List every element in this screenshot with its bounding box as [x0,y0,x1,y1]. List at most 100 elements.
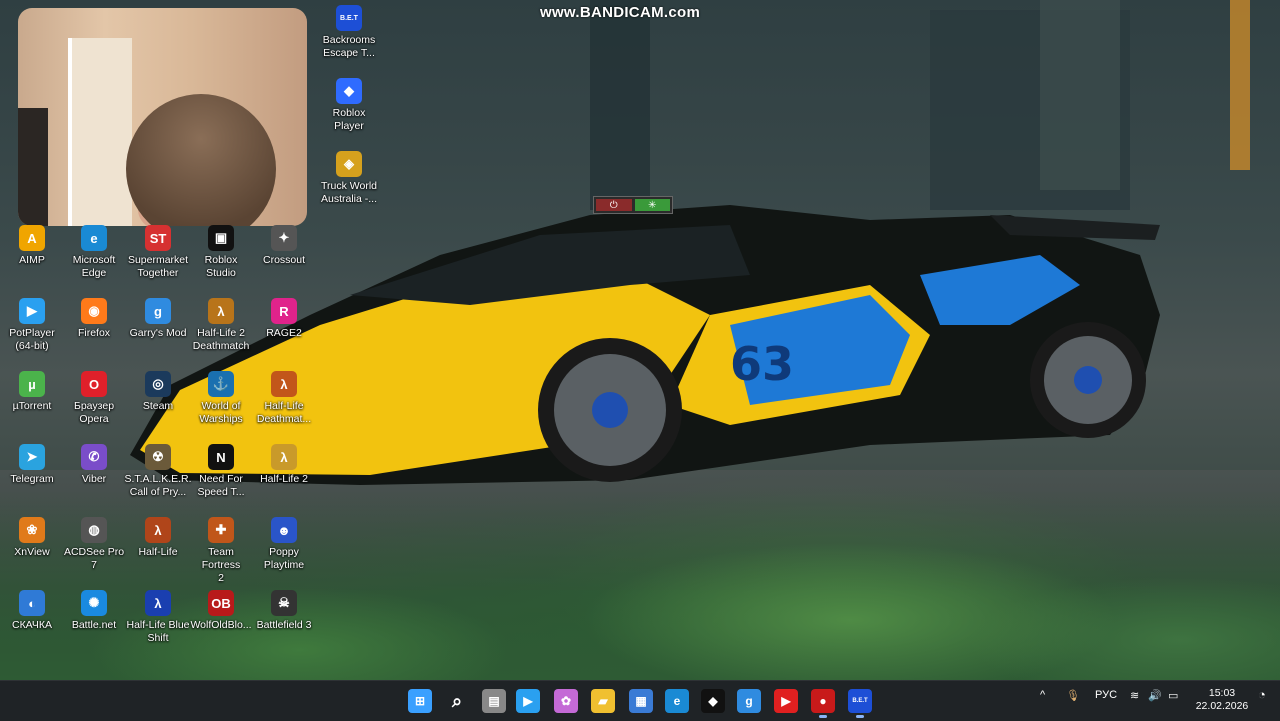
battery-icon[interactable]: ▭ [1168,689,1178,702]
desktop-icon-label: Firefox [77,327,111,339]
desktop-icon[interactable]: ✆ Viber [62,444,126,486]
desktop-icon[interactable]: ◉ Firefox [62,298,126,340]
garrys-mod-icon[interactable]: g [737,689,761,713]
potplayer-icon[interactable]: ▶ [516,689,540,713]
desktop-icon[interactable]: ST Supermarket Together [126,225,190,280]
recorder-mini-widget[interactable]: ⏻ ✳ [593,196,673,214]
app-icon: ☻ [271,517,297,543]
desktop-icon[interactable]: ❀ XnView [0,517,64,559]
desktop-icon-label: Battlefield 3 [256,619,312,631]
edge-icon[interactable]: e [665,689,689,713]
show-hidden-icons-chevron[interactable]: ^ [1040,689,1045,701]
app-icon: ✦ [271,225,297,251]
building-column [1040,0,1120,190]
desktop-icon[interactable]: ☻ Poppy Playtime [252,517,316,572]
desktop-icon-label: Half-Life Deathmat... [256,400,312,425]
desktop-icon-label: Roblox Player [332,107,366,132]
desktop-icon[interactable]: λ Half-Life 2 Deathmatch [189,298,253,353]
webcam-shadow [18,108,48,226]
app-icon: λ [208,298,234,324]
taskbar: ⊞ ⌕ ▤ ▶ ✿ ▰ ▦ e ◆ g ▶ ● B.E.T ^ 🎙 РУС ≋ 🔊 ▭ ◔ [0,680,1280,721]
app-icon: R [271,298,297,324]
roblox-icon[interactable]: ◆ [701,689,725,713]
desktop-icon-label: Backrooms Escape T... [322,34,376,59]
wifi-icon[interactable]: ≋ [1130,689,1139,702]
search-icon[interactable]: ⌕ [445,689,469,713]
desktop-icon[interactable]: N Need For Speed T... [189,444,253,499]
desktop-icon-label: Viber [81,473,107,485]
desktop-icon[interactable]: R RAGE2 [252,298,316,340]
app-icon: ☢ [145,444,171,470]
webcam-door [68,38,132,226]
desktop-icon[interactable]: g Garry's Mod [126,298,190,340]
bet-icon[interactable]: B.E.T [848,689,872,713]
app-icon: ✆ [81,444,107,470]
app-icon: ▶ [19,298,45,324]
desktop-icon-label: XnView [14,546,50,558]
app-icon: ☠ [271,590,297,616]
record-icon[interactable]: ● [811,689,835,713]
desktop-icon-label: Steam [142,400,174,412]
desktop-icon[interactable]: µ µTorrent [0,371,64,413]
app-icon: e [81,225,107,251]
microphone-icon[interactable]: 🎙 [1066,689,1080,702]
desktop-icon-label: AIMP [19,254,45,266]
desktop-icon-label: СКАЧКА [11,619,52,631]
copilot-icon[interactable]: ✿ [554,689,578,713]
task-view-icon[interactable]: ▤ [482,689,506,713]
app-icon: λ [271,371,297,397]
desktop-icon[interactable]: ◎ Steam [126,371,190,413]
desktop-icon[interactable]: O Браузер Opera [62,371,126,426]
app-icon: N [208,444,234,470]
desktop-icon[interactable]: ✦ Crossout [252,225,316,267]
start-button[interactable]: ⊞ [408,689,432,713]
notification-bell-icon[interactable]: ◔ [1258,687,1266,702]
desktop-icon-label: World of Warships [199,400,243,425]
desktop-icon[interactable]: ◐ СКАЧКА [0,590,64,632]
desktop-icon[interactable]: λ Half-Life [126,517,190,559]
running-indicator [819,715,827,718]
desktop-icon[interactable]: OB WolfOldBlo... [189,590,253,632]
desktop-icon[interactable]: ✚ Team Fortress 2 [189,517,253,585]
desktop-icon[interactable]: ◍ ACDSee Pro 7 [62,517,126,572]
desktop-icon-label: Truck World Australia -... [320,180,378,205]
power-icon[interactable]: ⏻ [596,199,632,211]
desktop-icon-label: Half-Life 2 [260,473,308,485]
app-icon: λ [271,444,297,470]
desktop-icon[interactable]: ▣ Roblox Studio [189,225,253,280]
app-icon: ⚓ [208,371,234,397]
desktop-icon-label: ACDSee Pro 7 [63,546,125,571]
desktop-icon-label: Roblox Studio [204,254,238,279]
desktop-icon[interactable]: B.E.T Backrooms Escape T... [317,5,381,60]
desktop-icon[interactable]: ☢ S.T.A.L.K.E.R. Call of Pry... [124,444,192,499]
desktop-icon[interactable]: ◈ Truck World Australia -... [317,151,381,206]
desktop-icon[interactable]: ☠ Battlefield 3 [252,590,316,632]
desktop-icon[interactable]: ⚓ World of Warships [189,371,253,426]
desktop-icon-label: RAGE2 [266,327,302,339]
store-icon[interactable]: ▦ [629,689,653,713]
desktop-icon[interactable]: A AIMP [0,225,64,267]
language-indicator[interactable]: РУС [1095,689,1117,701]
expand-icon[interactable]: ✳ [634,199,670,211]
volume-icon[interactable]: 🔊 [1148,689,1162,702]
youtube-icon[interactable]: ▶ [774,689,798,713]
recording-watermark: www.BANDICAM.com [540,4,701,21]
desktop-icon-label: Браузер Opera [73,400,115,425]
desktop-icon-label: Need For Speed T... [197,473,245,498]
desktop-icon[interactable]: e Microsoft Edge [62,225,126,280]
desktop-icon-label: Supermarket Together [127,254,189,279]
app-icon: ◉ [81,298,107,324]
app-icon: g [145,298,171,324]
desktop-icon[interactable]: ✺ Battle.net [62,590,126,632]
app-icon: ◐ [19,590,45,616]
desktop-icon[interactable]: λ Half-Life Deathmat... [252,371,316,426]
desktop-icon[interactable]: λ Half-Life 2 [252,444,316,486]
file-explorer-icon[interactable]: ▰ [591,689,615,713]
desktop-icon[interactable]: λ Half-Life Blue Shift [126,590,190,645]
taskbar-clock[interactable]: 15:03 22.02.2026 [1190,687,1254,713]
desktop-icon[interactable]: ◆ Roblox Player [317,78,381,133]
building-pillar [590,0,650,210]
desktop-icon[interactable]: ➤ Telegram [0,444,64,486]
desktop-icon[interactable]: ▶ PotPlayer (64-bit) [0,298,64,353]
webcam-person [126,94,276,226]
